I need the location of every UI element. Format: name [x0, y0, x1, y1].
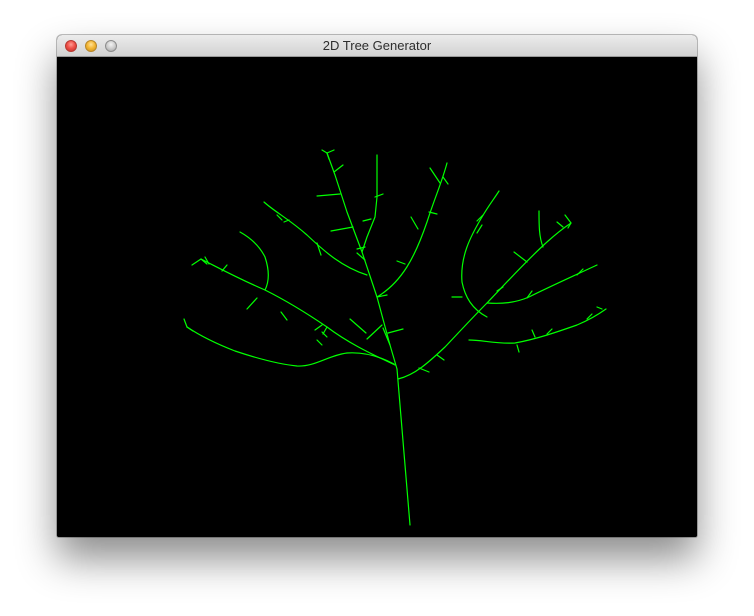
branch: [314, 324, 323, 331]
branch: [387, 328, 404, 334]
branch: [513, 251, 528, 263]
branch: [333, 164, 344, 173]
branch: [280, 311, 288, 321]
branch: [396, 260, 406, 265]
branch: [186, 326, 395, 367]
tree-drawing: [183, 149, 607, 526]
branch: [191, 258, 202, 266]
branch: [397, 222, 572, 380]
tree-branches: [183, 149, 607, 526]
branch: [461, 190, 500, 318]
branch: [531, 329, 536, 338]
branch: [316, 339, 323, 346]
branch: [283, 219, 290, 223]
branch: [326, 149, 335, 154]
trunk: [396, 368, 411, 526]
branch: [330, 226, 354, 232]
tree-canvas[interactable]: [57, 57, 697, 537]
branch: [468, 308, 607, 344]
branch: [376, 162, 448, 298]
branch: [442, 176, 449, 185]
branch: [316, 193, 341, 197]
branch: [596, 306, 603, 310]
branch: [538, 210, 544, 248]
app-window: 2D Tree Generator: [57, 35, 697, 537]
branch: [564, 214, 572, 224]
branch: [263, 201, 368, 276]
branch: [366, 324, 383, 340]
branch: [418, 367, 430, 373]
branch: [316, 242, 322, 256]
branch: [246, 297, 258, 310]
branch: [239, 231, 269, 291]
branch: [374, 193, 384, 198]
branch: [183, 318, 188, 328]
branch: [436, 354, 445, 361]
title-bar[interactable]: 2D Tree Generator: [57, 35, 697, 57]
branch: [476, 224, 483, 234]
branch: [410, 216, 419, 230]
branch: [221, 264, 228, 272]
branch: [429, 167, 441, 184]
branch: [349, 318, 367, 334]
branch: [362, 218, 372, 222]
branch: [516, 344, 520, 353]
branch: [186, 326, 194, 332]
branch: [496, 286, 504, 292]
branch: [361, 154, 378, 253]
branch: [321, 149, 328, 154]
window-title: 2D Tree Generator: [322, 38, 432, 53]
branch: [556, 221, 564, 228]
